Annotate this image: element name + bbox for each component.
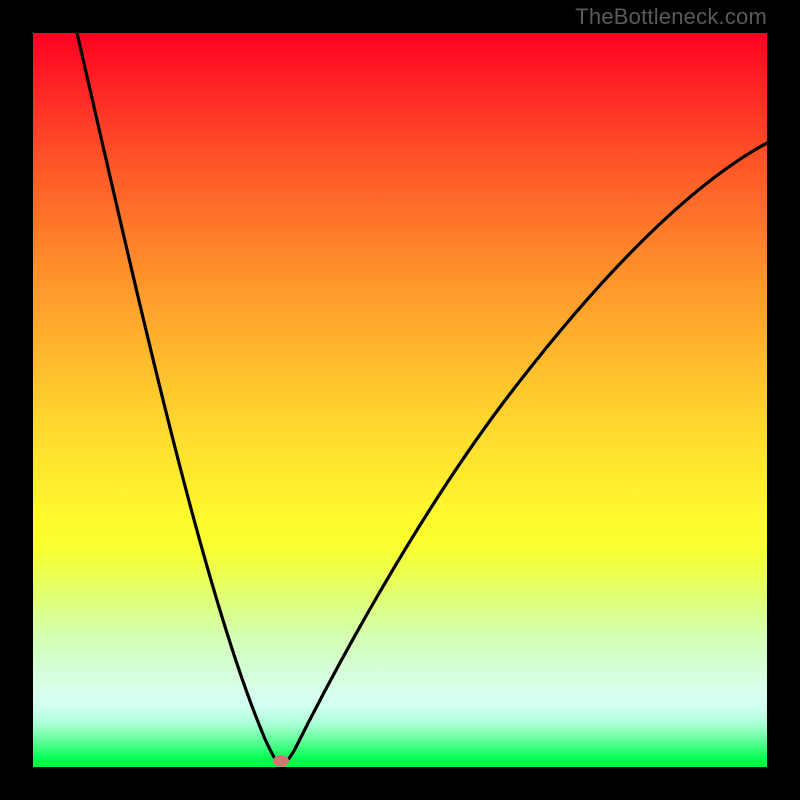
optimum-marker bbox=[273, 755, 289, 767]
watermark-text: TheBottleneck.com bbox=[575, 4, 767, 30]
plot-area bbox=[33, 33, 767, 767]
bottleneck-curve bbox=[33, 33, 767, 767]
curve-path bbox=[77, 33, 767, 765]
chart-frame: TheBottleneck.com bbox=[0, 0, 800, 800]
